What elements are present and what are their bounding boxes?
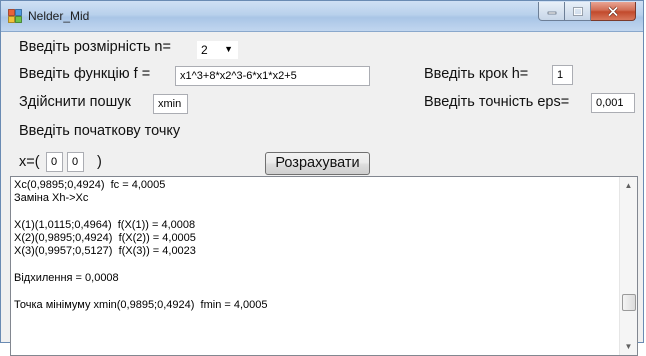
eps-label: Введіть точність eps= bbox=[424, 94, 570, 110]
close-button[interactable] bbox=[591, 2, 636, 21]
output-line: X(2)(0,9895;0,4924) f(X(2)) = 4,0005 bbox=[14, 232, 196, 245]
start-point-label: Введіть початкову точку bbox=[19, 123, 181, 139]
search-label: Здійснити пошук bbox=[19, 94, 131, 110]
dimension-select[interactable]: 2 ▼ bbox=[196, 40, 239, 60]
scroll-up-icon[interactable]: ▲ bbox=[620, 177, 637, 194]
minimize-button[interactable] bbox=[538, 2, 565, 21]
calculate-button[interactable]: Розрахувати bbox=[265, 152, 370, 175]
output-line: X(3)(0,9957;0,5127) f(X(3)) = 4,0023 bbox=[14, 245, 196, 258]
window-controls bbox=[538, 2, 636, 22]
output-text: Xc(0,9895;0,4924) fc = 4,0005 Заміна Xh->… bbox=[14, 179, 268, 312]
close-icon bbox=[607, 5, 619, 17]
app-window: Nelder_Mid Введіть розмірність n= 2 ▼ Вв… bbox=[0, 0, 644, 356]
output-line: Відхилення = 0,0008 bbox=[14, 272, 119, 285]
function-input[interactable]: x1^3+8*x2^3-6*x1*x2+5 bbox=[175, 66, 370, 86]
scroll-thumb[interactable] bbox=[622, 294, 636, 311]
output-line: Точка мінімуму xmin(0,9895;0,4924) fmin … bbox=[14, 298, 268, 311]
title-bar[interactable]: Nelder_Mid bbox=[1, 1, 643, 32]
x1-input[interactable]: 0 bbox=[46, 152, 63, 172]
function-label: Введіть функцію f = bbox=[19, 66, 151, 82]
eps-input[interactable]: 0,001 bbox=[591, 93, 635, 113]
chevron-down-icon: ▼ bbox=[224, 44, 233, 54]
app-icon bbox=[8, 9, 22, 23]
x-prefix-label: x=( bbox=[19, 154, 40, 170]
scroll-down-icon[interactable]: ▼ bbox=[620, 338, 637, 355]
output-line: Заміна Xh->Xc bbox=[14, 192, 89, 205]
output-line: X(1)(1,0115;0,4964) f(X(1)) = 4,0008 bbox=[14, 218, 196, 231]
maximize-icon bbox=[572, 6, 583, 16]
maximize-button[interactable] bbox=[565, 2, 591, 21]
step-label: Введіть крок h= bbox=[424, 66, 529, 82]
search-input[interactable]: xmin bbox=[153, 94, 188, 114]
output-scrollbar[interactable]: ▲ ▼ bbox=[619, 177, 637, 355]
dimension-label: Введіть розмірність n= bbox=[19, 39, 171, 55]
x-suffix-label: ) bbox=[97, 154, 102, 170]
dimension-value: 2 bbox=[201, 43, 208, 57]
window-title: Nelder_Mid bbox=[28, 9, 90, 23]
form-client-area: Введіть розмірність n= 2 ▼ Введіть функц… bbox=[9, 32, 638, 356]
minimize-icon bbox=[547, 11, 556, 15]
step-input[interactable]: 1 bbox=[552, 65, 573, 85]
output-line: Xc(0,9895;0,4924) fc = 4,0005 bbox=[14, 179, 166, 191]
output-textbox[interactable]: Xc(0,9895;0,4924) fc = 4,0005 Заміна Xh->… bbox=[10, 176, 638, 356]
x2-input[interactable]: 0 bbox=[67, 152, 84, 172]
